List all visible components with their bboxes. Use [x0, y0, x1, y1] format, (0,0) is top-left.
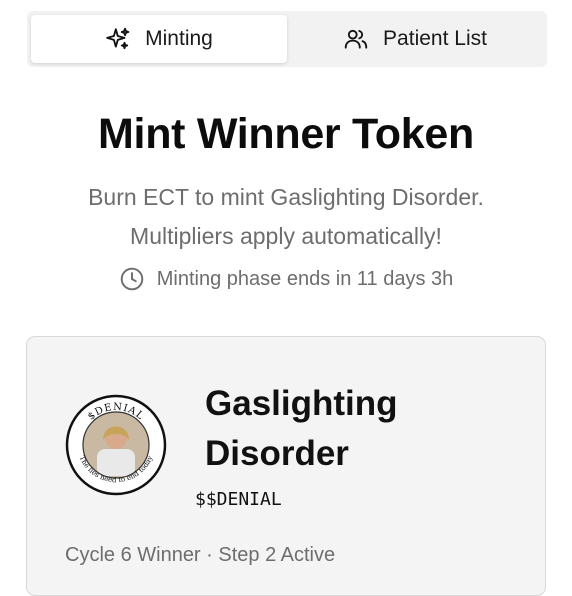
minting-phase-status: Minting phase ends in 11 days 3h [0, 266, 572, 292]
page-subtitle: Burn ECT to mint Gaslighting Disorder. M… [0, 178, 572, 256]
tab-minting[interactable]: Minting [31, 15, 287, 63]
tab-bar: Minting Patient List [27, 11, 547, 67]
token-name: Gaslighting Disorder [205, 379, 505, 479]
token-name-line-1: Gaslighting [205, 384, 398, 423]
token-logo: $DENIAL The lies need to end today [65, 394, 167, 496]
users-icon [344, 29, 368, 49]
token-status: Cycle 6 Winner · Step 2 Active [65, 544, 336, 566]
page-title: Mint Winner Token [98, 110, 474, 158]
token-ticker: $$DENIAL [195, 489, 282, 510]
subtitle-line-1: Burn ECT to mint Gaslighting Disorder. [88, 184, 484, 210]
token-card: $DENIAL The lies need to end today Gasli… [26, 336, 546, 596]
token-name-line-2: Disorder [205, 434, 349, 473]
minting-phase-text: Minting phase ends in 11 days 3h [156, 267, 454, 290]
sparkles-icon [106, 27, 130, 50]
tab-patient-list[interactable]: Patient List [287, 15, 543, 63]
clock-icon [120, 267, 144, 291]
subtitle-line-2: Multipliers apply automatically! [130, 223, 442, 249]
tab-patient-list-label: Patient List [383, 27, 487, 50]
tab-minting-label: Minting [145, 27, 213, 50]
